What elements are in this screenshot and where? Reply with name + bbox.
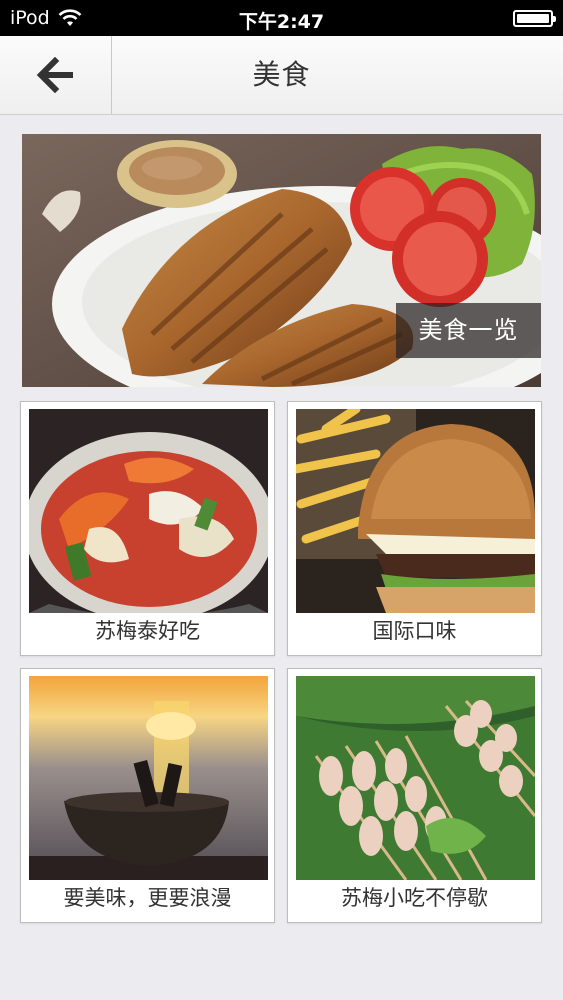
- card-international[interactable]: 国际口味: [287, 401, 542, 656]
- page-title: 美食: [252, 58, 311, 91]
- sunset-image: [29, 676, 268, 880]
- card-suimei-thai[interactable]: 苏梅泰好吃: [20, 401, 275, 656]
- card-thumb: [29, 676, 268, 880]
- card-label: 要美味，更要浪漫: [63, 886, 232, 910]
- skewers-image: [296, 676, 535, 880]
- battery-icon: [513, 10, 556, 27]
- status-bar: iPod 下午2:47: [0, 0, 563, 36]
- thai-salad-image: [29, 409, 268, 613]
- card-romantic[interactable]: 要美味，更要浪漫: [20, 668, 275, 923]
- status-time: 下午2:47: [238, 11, 325, 33]
- back-button[interactable]: [0, 36, 112, 114]
- card-thumb: [296, 409, 535, 613]
- hero-label: 美食一览: [396, 303, 541, 358]
- hero-banner[interactable]: 美食一览: [22, 134, 541, 387]
- card-label: 苏梅泰好吃: [95, 619, 200, 643]
- arrow-left-icon: [35, 57, 77, 93]
- nav-bar: 美食: [0, 36, 563, 115]
- card-label: 苏梅小吃不停歇: [341, 886, 488, 910]
- card-label: 国际口味: [372, 619, 457, 643]
- card-snacks[interactable]: 苏梅小吃不停歇: [287, 668, 542, 923]
- card-thumb: [29, 409, 268, 613]
- burger-image: [296, 409, 535, 613]
- card-thumb: [296, 676, 535, 880]
